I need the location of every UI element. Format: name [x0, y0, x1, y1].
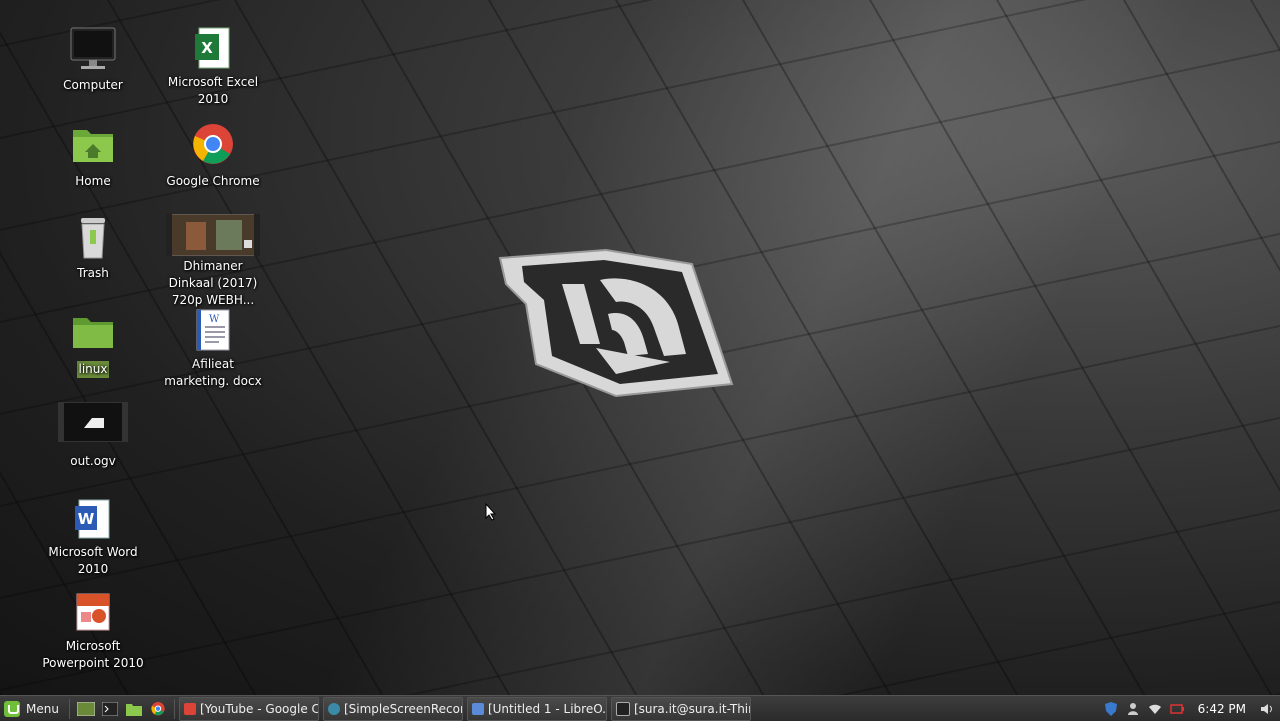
taskbar: Menu [YouTube - Google C... [SimpleScree…	[0, 695, 1280, 721]
terminal-icon	[101, 701, 118, 716]
task-youtube-chrome[interactable]: [YouTube - Google C...	[178, 696, 319, 721]
separator	[68, 698, 70, 719]
task-label: [YouTube - Google C...	[199, 701, 319, 716]
show-desktop-icon	[76, 701, 95, 716]
desktop-icon-linux[interactable]: linux	[38, 310, 148, 378]
desktop-icon-trash[interactable]: Trash	[38, 214, 148, 282]
desktop-icon-label: Microsoft Word 2010	[48, 545, 138, 576]
docx-file-icon: W	[189, 308, 237, 354]
linux-mint-logo	[496, 244, 736, 404]
video-thumbnail-icon	[165, 213, 261, 257]
task-libreoffice[interactable]: [Untitled 1 - LibreO...	[466, 696, 607, 721]
trash-icon	[69, 214, 117, 260]
desktop-icon-label: Computer	[63, 78, 123, 92]
show-desktop-button[interactable]	[76, 699, 96, 719]
mouse-pointer-icon	[485, 502, 497, 525]
desktop-icon-label: Microsoft Powerpoint 2010	[42, 639, 144, 670]
wifi-icon[interactable]	[1148, 702, 1162, 716]
task-label: [Untitled 1 - LibreO...	[487, 701, 607, 716]
desktop-icon-home[interactable]: Home	[38, 122, 148, 190]
desktop-icon-label: Afilieat marketing. docx	[164, 357, 262, 388]
task-label: [sura.it@sura.it-Thin...	[633, 701, 750, 716]
battery-icon[interactable]	[1169, 702, 1184, 716]
desktop-icon-label: Google Chrome	[166, 174, 260, 188]
chrome-icon	[189, 122, 237, 168]
system-tray: 6:42 PM	[1104, 701, 1280, 716]
computer-icon	[69, 26, 117, 72]
excel-icon: X	[189, 26, 237, 72]
desktop[interactable]: Computer Home Trash linux out.ogv W Micr…	[0, 0, 1280, 695]
files-launcher[interactable]	[124, 699, 144, 719]
desktop-icon-computer[interactable]: Computer	[38, 26, 148, 94]
desktop-icon-chrome[interactable]: Google Chrome	[158, 122, 268, 190]
video-file-icon	[57, 401, 129, 448]
terminal-launcher[interactable]	[100, 699, 120, 719]
task-terminal[interactable]: [sura.it@sura.it-Thin...	[610, 696, 751, 721]
chrome-icon	[183, 702, 196, 715]
shield-icon[interactable]	[1104, 701, 1118, 716]
folder-icon	[125, 703, 142, 716]
desktop-icon-label: out.ogv	[70, 454, 116, 468]
desktop-icon-label: Home	[75, 174, 111, 188]
desktop-icon-video-dhimaner[interactable]: Dhimaner Dinkaal (2017) 720p WEBH...	[158, 213, 268, 309]
terminal-icon	[615, 701, 630, 716]
desktop-icon-label: Microsoft Excel 2010	[167, 75, 259, 106]
document-icon	[471, 702, 484, 715]
svg-text:W: W	[209, 314, 220, 325]
desktop-icon-label: Trash	[77, 266, 109, 280]
user-icon[interactable]	[1126, 702, 1140, 716]
desktop-icon-afilieat-docx[interactable]: W Afilieat marketing. docx	[158, 308, 268, 390]
recorder-icon	[327, 702, 340, 715]
clock[interactable]: 6:42 PM	[1198, 702, 1246, 716]
task-simplescreenrecorder[interactable]: [SimpleScreenRecor...	[322, 696, 463, 721]
chrome-launcher[interactable]	[148, 699, 168, 719]
menu-label: Menu	[26, 701, 59, 716]
separator	[173, 698, 175, 719]
desktop-icon-label: Dhimaner Dinkaal (2017) 720p WEBH...	[168, 259, 258, 307]
powerpoint-icon	[69, 590, 117, 636]
chrome-icon	[151, 701, 165, 715]
desktop-icon-out-ogv[interactable]: out.ogv	[38, 401, 148, 470]
desktop-icon-label: linux	[76, 361, 110, 378]
home-folder-icon	[69, 122, 117, 168]
task-label: [SimpleScreenRecor...	[343, 701, 463, 716]
volume-icon[interactable]	[1260, 702, 1274, 716]
mint-menu-icon	[4, 700, 20, 717]
svg-text:X: X	[201, 39, 213, 57]
desktop-icon-word[interactable]: W Microsoft Word 2010	[38, 496, 148, 578]
desktop-icon-excel[interactable]: X Microsoft Excel 2010	[158, 26, 268, 108]
word-icon: W	[69, 496, 117, 542]
menu-button[interactable]: Menu	[0, 696, 65, 721]
folder-icon	[69, 310, 117, 356]
svg-text:W: W	[78, 510, 95, 528]
desktop-icon-powerpoint[interactable]: Microsoft Powerpoint 2010	[38, 590, 148, 672]
